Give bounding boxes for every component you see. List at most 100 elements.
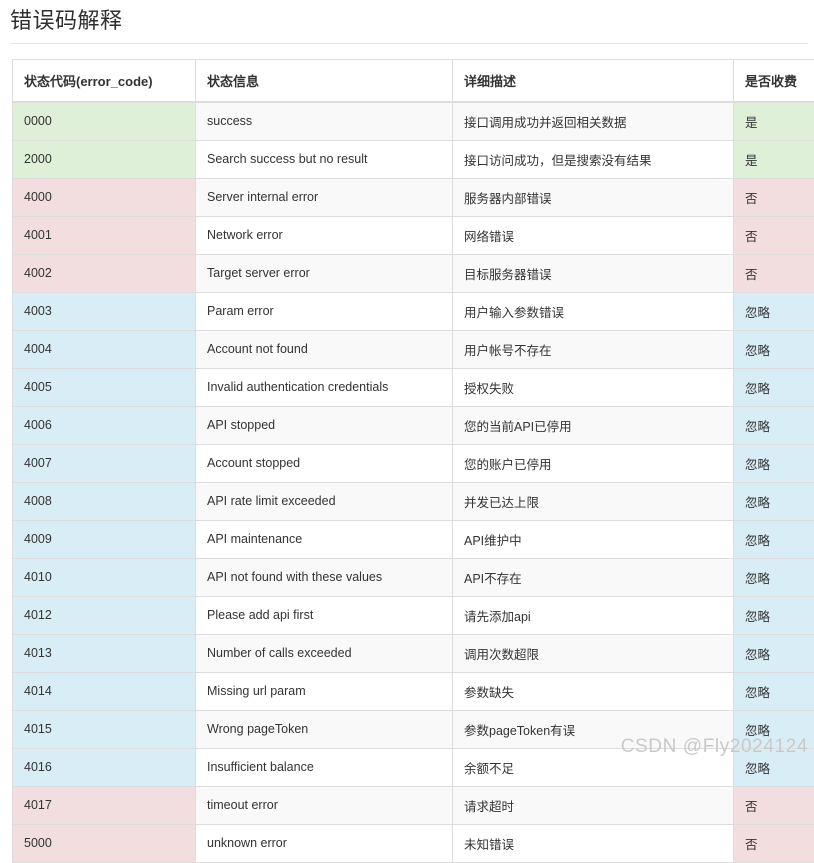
- table-row: 4006API stopped您的当前API已停用忽略: [13, 406, 814, 444]
- cell-error-code: 4000: [13, 178, 196, 216]
- cell-billable: 否: [734, 178, 814, 216]
- cell-status-message: success: [196, 102, 453, 141]
- cell-status-message: timeout error: [196, 786, 453, 824]
- cell-billable: 忽略: [734, 444, 814, 482]
- cell-description: 请先添加api: [453, 596, 734, 634]
- cell-description: 余额不足: [453, 748, 734, 786]
- cell-billable: 忽略: [734, 520, 814, 558]
- table-row: 5000unknown error未知错误否: [13, 824, 814, 862]
- cell-description: API维护中: [453, 520, 734, 558]
- cell-billable: 忽略: [734, 634, 814, 672]
- cell-billable: 忽略: [734, 482, 814, 520]
- title-divider: [10, 43, 808, 44]
- cell-description: 目标服务器错误: [453, 254, 734, 292]
- cell-status-message: API maintenance: [196, 520, 453, 558]
- error-code-table-container: 状态代码(error_code) 状态信息 详细描述 是否收费 0000succ…: [12, 59, 814, 863]
- cell-billable: 忽略: [734, 406, 814, 444]
- cell-billable: 是: [734, 102, 814, 141]
- cell-description: 接口调用成功并返回相关数据: [453, 102, 734, 141]
- table-body: 0000success接口调用成功并返回相关数据是2000Search succ…: [13, 102, 814, 863]
- table-row: 4005Invalid authentication credentials授权…: [13, 368, 814, 406]
- cell-status-message: unknown error: [196, 824, 453, 862]
- cell-error-code: 4013: [13, 634, 196, 672]
- table-row: 4003Param error用户输入参数错误忽略: [13, 292, 814, 330]
- table-row: 0000success接口调用成功并返回相关数据是: [13, 102, 814, 141]
- cell-error-code: 4002: [13, 254, 196, 292]
- cell-error-code: 4016: [13, 748, 196, 786]
- cell-status-message: Insufficient balance: [196, 748, 453, 786]
- cell-description: 并发已达上限: [453, 482, 734, 520]
- cell-error-code: 4009: [13, 520, 196, 558]
- cell-status-message: Account not found: [196, 330, 453, 368]
- column-header-status-message: 状态信息: [196, 59, 453, 102]
- table-header-row: 状态代码(error_code) 状态信息 详细描述 是否收费: [13, 59, 814, 102]
- cell-status-message: Number of calls exceeded: [196, 634, 453, 672]
- table-row: 2000Search success but no result接口访问成功，但…: [13, 140, 814, 178]
- table-row: 4014Missing url param参数缺失忽略: [13, 672, 814, 710]
- cell-description: 接口访问成功，但是搜索没有结果: [453, 140, 734, 178]
- cell-status-message: Network error: [196, 216, 453, 254]
- cell-error-code: 5000: [13, 824, 196, 862]
- cell-description: 网络错误: [453, 216, 734, 254]
- cell-billable: 否: [734, 216, 814, 254]
- cell-error-code: 2000: [13, 140, 196, 178]
- cell-description: 用户帐号不存在: [453, 330, 734, 368]
- cell-status-message: Wrong pageToken: [196, 710, 453, 748]
- cell-description: 未知错误: [453, 824, 734, 862]
- cell-error-code: 4008: [13, 482, 196, 520]
- table-row: 4012Please add api first请先添加api忽略: [13, 596, 814, 634]
- cell-error-code: 4005: [13, 368, 196, 406]
- cell-billable: 忽略: [734, 330, 814, 368]
- cell-status-message: Please add api first: [196, 596, 453, 634]
- column-header-billable: 是否收费: [734, 59, 814, 102]
- cell-description: 您的账户已停用: [453, 444, 734, 482]
- cell-description: API不存在: [453, 558, 734, 596]
- error-code-table: 状态代码(error_code) 状态信息 详细描述 是否收费 0000succ…: [12, 59, 814, 863]
- cell-description: 授权失败: [453, 368, 734, 406]
- cell-billable: 忽略: [734, 672, 814, 710]
- cell-billable: 忽略: [734, 368, 814, 406]
- cell-status-message: Target server error: [196, 254, 453, 292]
- cell-status-message: Invalid authentication credentials: [196, 368, 453, 406]
- cell-error-code: 4012: [13, 596, 196, 634]
- cell-billable: 忽略: [734, 710, 814, 748]
- page-title: 错误码解释: [0, 0, 814, 43]
- cell-description: 服务器内部错误: [453, 178, 734, 216]
- cell-error-code: 0000: [13, 102, 196, 141]
- table-row: 4015Wrong pageToken参数pageToken有误忽略: [13, 710, 814, 748]
- cell-billable: 忽略: [734, 292, 814, 330]
- table-header: 状态代码(error_code) 状态信息 详细描述 是否收费: [13, 59, 814, 102]
- cell-error-code: 4010: [13, 558, 196, 596]
- cell-description: 参数缺失: [453, 672, 734, 710]
- table-row: 4013Number of calls exceeded调用次数超限忽略: [13, 634, 814, 672]
- cell-billable: 否: [734, 786, 814, 824]
- cell-status-message: Missing url param: [196, 672, 453, 710]
- cell-description: 请求超时: [453, 786, 734, 824]
- cell-error-code: 4015: [13, 710, 196, 748]
- cell-error-code: 4014: [13, 672, 196, 710]
- cell-billable: 否: [734, 824, 814, 862]
- cell-billable: 忽略: [734, 558, 814, 596]
- table-row: 4004Account not found用户帐号不存在忽略: [13, 330, 814, 368]
- table-row: 4008API rate limit exceeded并发已达上限忽略: [13, 482, 814, 520]
- table-row: 4001Network error网络错误否: [13, 216, 814, 254]
- column-header-error-code: 状态代码(error_code): [13, 59, 196, 102]
- cell-billable: 忽略: [734, 748, 814, 786]
- table-row: 4009API maintenanceAPI维护中忽略: [13, 520, 814, 558]
- cell-status-message: Account stopped: [196, 444, 453, 482]
- cell-status-message: Server internal error: [196, 178, 453, 216]
- cell-billable: 忽略: [734, 596, 814, 634]
- table-row: 4016Insufficient balance余额不足忽略: [13, 748, 814, 786]
- cell-description: 用户输入参数错误: [453, 292, 734, 330]
- table-row: 4007Account stopped您的账户已停用忽略: [13, 444, 814, 482]
- cell-error-code: 4006: [13, 406, 196, 444]
- column-header-description: 详细描述: [453, 59, 734, 102]
- cell-status-message: API not found with these values: [196, 558, 453, 596]
- cell-error-code: 4017: [13, 786, 196, 824]
- cell-description: 参数pageToken有误: [453, 710, 734, 748]
- cell-status-message: API stopped: [196, 406, 453, 444]
- cell-description: 调用次数超限: [453, 634, 734, 672]
- cell-status-message: Search success but no result: [196, 140, 453, 178]
- cell-billable: 否: [734, 254, 814, 292]
- table-row: 4010API not found with these valuesAPI不存…: [13, 558, 814, 596]
